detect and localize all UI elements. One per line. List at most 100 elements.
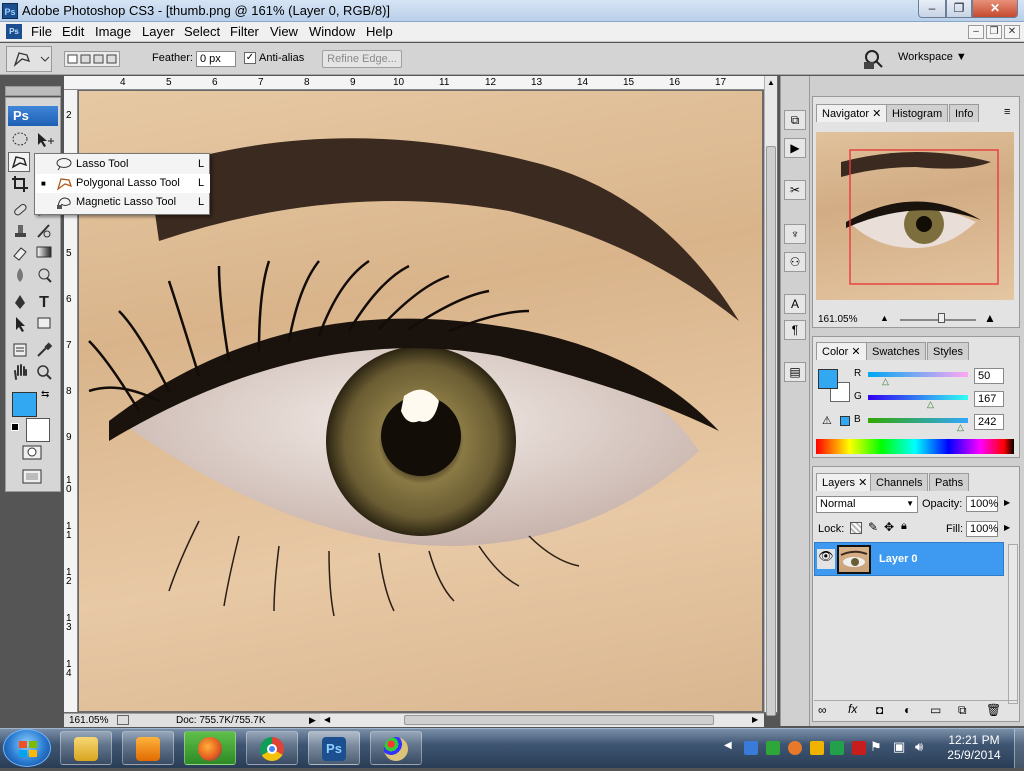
layer-name[interactable]: Layer 0 [879, 553, 918, 565]
navigator-zoom-thumb[interactable] [938, 313, 945, 323]
status-zoom[interactable]: 161.05% [69, 715, 108, 726]
pen-tool-icon[interactable] [9, 293, 31, 313]
tab-paths[interactable]: Paths [929, 473, 970, 491]
blend-mode-select[interactable]: Normal ▼ [816, 496, 918, 513]
menu-layer[interactable]: Layer [142, 24, 175, 39]
lock-all-icon[interactable]: 🔒︎ [901, 520, 907, 533]
horizontal-scroll-thumb[interactable] [404, 715, 714, 725]
b-slider-thumb[interactable]: △ [957, 422, 964, 433]
workspace-dropdown[interactable]: Workspace ▼ [898, 51, 967, 63]
history-brush-icon[interactable] [33, 222, 55, 242]
r-value-input[interactable]: 50 [974, 368, 1004, 384]
color-spectrum-ramp[interactable] [816, 439, 1014, 454]
path-selection-icon[interactable] [9, 315, 31, 335]
color-foreground-swatch[interactable] [818, 369, 838, 389]
tab-histogram[interactable]: Histogram [886, 104, 949, 122]
menu-filter[interactable]: Filter [230, 24, 259, 39]
photoshop-app-icon[interactable]: Ps [2, 3, 18, 19]
tab-swatches[interactable]: Swatches [866, 342, 926, 360]
layer-mask-icon[interactable]: ◘ [876, 703, 883, 717]
taskbar-paint[interactable] [370, 731, 422, 765]
fill-input[interactable]: 100% [966, 521, 998, 537]
taskbar-media-player[interactable] [122, 731, 174, 765]
antialias-checkbox[interactable]: ✓ [244, 52, 256, 64]
doc-close-button[interactable]: ✕ [1004, 25, 1020, 39]
minimize-button[interactable]: ‒ [918, 0, 946, 18]
photoshop-badge[interactable]: Ps [8, 106, 58, 126]
action-center-flag-icon[interactable]: ⚑ [870, 739, 882, 755]
lasso-tool-icon[interactable] [8, 152, 30, 172]
lock-pixels-icon[interactable]: ✎ [868, 520, 878, 534]
move-tool-icon[interactable] [33, 131, 55, 151]
tool-presets-icon[interactable]: ✂ [784, 180, 806, 200]
g-slider-thumb[interactable]: △ [927, 399, 934, 410]
gamut-swatch[interactable] [840, 416, 850, 426]
g-slider[interactable] [868, 395, 968, 400]
doc-minimize-button[interactable]: ‒ [968, 25, 984, 39]
panel-menu-icon[interactable]: ≡ [1004, 106, 1010, 118]
healing-brush-icon[interactable] [9, 201, 31, 221]
taskbar-explorer[interactable] [60, 731, 112, 765]
taskbar-photoshop[interactable]: Ps [308, 731, 360, 765]
layers-scrollbar[interactable] [1008, 544, 1018, 704]
start-button[interactable] [3, 729, 51, 767]
type-tool-icon[interactable]: T [33, 293, 55, 313]
gradient-tool-icon[interactable] [33, 244, 55, 264]
quick-mask-icon[interactable] [21, 444, 43, 464]
zoom-in-icon[interactable]: ▲ [984, 311, 996, 325]
tab-layers[interactable]: Layers ✕ [816, 473, 874, 491]
foreground-color-swatch[interactable] [12, 392, 37, 417]
eyedropper-icon[interactable] [33, 341, 55, 361]
history-panel-icon[interactable]: ⧉ [784, 110, 806, 130]
status-menu-icon[interactable] [117, 715, 129, 725]
notes-tool-icon[interactable] [9, 341, 31, 361]
bridge-icon[interactable] [862, 48, 888, 70]
new-layer-icon[interactable]: ⧉ [958, 703, 967, 718]
selection-mode-buttons[interactable] [64, 51, 120, 67]
flyout-item-polygonal-lasso[interactable]: ■ Polygonal Lasso Tool L [36, 174, 210, 193]
flyout-item-lasso[interactable]: Lasso Tool L [36, 155, 210, 174]
tray-icon-orange[interactable] [788, 741, 802, 755]
visibility-eye-icon[interactable]: 👁︎ [817, 549, 835, 569]
tab-navigator[interactable]: Navigator ✕ [816, 104, 888, 122]
volume-icon[interactable]: 🔊︎ [915, 739, 923, 755]
tray-icon-green[interactable] [830, 741, 844, 755]
menu-image[interactable]: Image [95, 24, 131, 39]
b-slider[interactable] [868, 418, 968, 423]
tab-color[interactable]: Color ✕ [816, 342, 867, 360]
tab-styles[interactable]: Styles [927, 342, 969, 360]
scroll-left-icon[interactable]: ◀ [324, 715, 330, 724]
menu-window[interactable]: Window [309, 24, 355, 39]
dodge-tool-icon[interactable] [33, 266, 55, 286]
network-icon[interactable]: ▣ [893, 739, 905, 755]
zoom-tool-icon[interactable] [33, 363, 55, 383]
swap-colors-icon[interactable]: ⇆ [41, 389, 49, 400]
marquee-tool-icon[interactable] [9, 131, 31, 151]
scroll-up-icon[interactable]: ▲ [767, 78, 775, 87]
paragraph-panel-icon[interactable]: ¶ [784, 320, 806, 340]
tray-icon-network-share[interactable] [744, 741, 758, 755]
new-group-icon[interactable]: ▭ [930, 703, 941, 717]
menu-help[interactable]: Help [366, 24, 393, 39]
tab-channels[interactable]: Channels [870, 473, 929, 491]
background-color-swatch[interactable] [26, 418, 50, 442]
maximize-button[interactable]: ❐ [946, 0, 972, 18]
document-icon[interactable]: Ps [6, 24, 22, 39]
opacity-arrow-icon[interactable]: ▶ [1004, 498, 1010, 507]
feather-input[interactable]: 0 px [196, 51, 236, 67]
brushes-panel-icon[interactable]: ♆ [784, 224, 806, 244]
actions-panel-icon[interactable]: ▶ [784, 138, 806, 158]
status-arrow-icon[interactable]: ▶ [309, 715, 316, 726]
menu-view[interactable]: View [270, 24, 298, 39]
navigator-preview[interactable] [816, 132, 1014, 300]
gamut-warning-icon[interactable]: ⚠ [822, 414, 832, 427]
screen-mode-icon[interactable] [21, 468, 43, 488]
show-desktop-button[interactable] [1014, 729, 1024, 768]
clone-source-icon[interactable]: ⚇ [784, 252, 806, 272]
tray-icon-sync[interactable] [766, 741, 780, 755]
tool-preset-picker[interactable] [6, 46, 52, 72]
lock-transparency-icon[interactable] [850, 522, 862, 534]
adjustment-layer-icon[interactable]: ◐ [904, 703, 911, 717]
layer-style-icon[interactable]: fx [848, 702, 857, 716]
delete-layer-icon[interactable]: 🗑︎ [986, 703, 1001, 717]
